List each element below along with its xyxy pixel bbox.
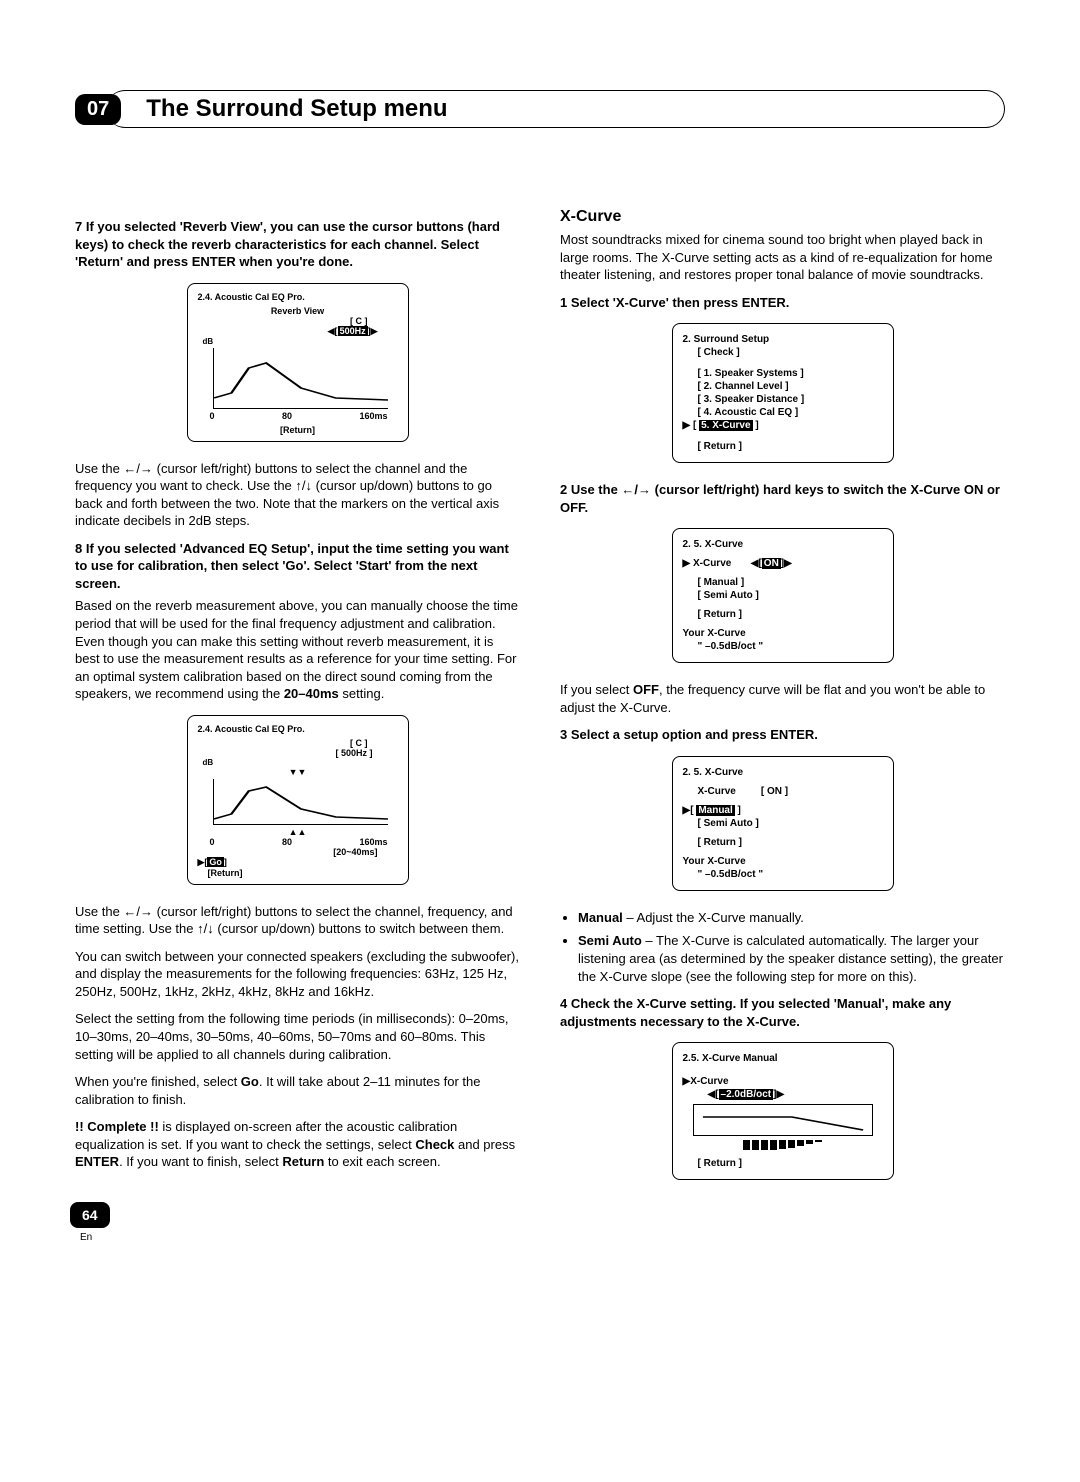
osd-check: [ Check ] [683, 347, 883, 358]
osd-semiauto: [ Semi Auto ] [683, 590, 883, 601]
arrow-up-down-icon [197, 921, 214, 936]
osd-xcurve-value: " –0.5dB/oct " [683, 869, 883, 880]
paragraph: !! Complete !! is displayed on-screen af… [75, 1118, 520, 1171]
list-item: Manual – Adjust the X-Curve manually. [578, 909, 1005, 927]
right-column: X-Curve Most soundtracks mixed for cinem… [560, 208, 1005, 1198]
osd-xcurve-row: ▶X-Curve [683, 1076, 883, 1087]
step-7-heading: 7 If you selected 'Reverb View', you can… [75, 218, 520, 271]
osd-go: ▶[Go] [198, 857, 398, 868]
left-column: 7 If you selected 'Reverb View', you can… [75, 208, 520, 1198]
osd-your-xcurve: Your X-Curve [683, 628, 883, 639]
paragraph: Most soundtracks mixed for cinema sound … [560, 231, 1005, 284]
page-header: 07 The Surround Setup menu [75, 90, 1005, 128]
paragraph: If you select OFF, the frequency curve w… [560, 681, 1005, 716]
xcurve-mini-graph [693, 1104, 873, 1136]
osd-manual-selected: ▶[ Manual ] [683, 805, 883, 816]
osd-subtitle: Reverb View [198, 306, 398, 316]
list-item: Semi Auto – The X-Curve is calculated au… [578, 932, 1005, 985]
paragraph: Select the setting from the following ti… [75, 1010, 520, 1063]
osd-return: [ Return ] [683, 609, 883, 620]
osd-return: [ Return ] [683, 441, 883, 452]
step-8-heading: 8 If you selected 'Advanced EQ Setup', i… [75, 540, 520, 593]
step-4-heading: 4 Check the X-Curve setting. If you sele… [560, 995, 1005, 1030]
step-2-heading: 2 Use the (cursor left/right) hard keys … [560, 481, 1005, 516]
osd-return: [ Return ] [683, 837, 883, 848]
osd-title: 2.5. X-Curve Manual [683, 1053, 883, 1064]
osd-advanced-eq: 2.4. Acoustic Cal EQ Pro. [ C ] [ 500Hz … [187, 715, 409, 885]
osd-item: [ 1. Speaker Systems ] [683, 368, 883, 379]
osd-freq: [ 500Hz ] [198, 748, 398, 758]
osd-return: [Return] [198, 425, 398, 435]
osd-manual: [ Manual ] [683, 577, 883, 588]
osd-xcurve-row: ▶ X-Curve ◀[ON]▶ [683, 558, 883, 569]
options-list: Manual – Adjust the X-Curve manually. Se… [560, 909, 1005, 985]
osd-surround-setup: 2. Surround Setup [ Check ] [ 1. Speaker… [672, 323, 894, 463]
osd-item-selected: ▶ [ 5. X-Curve ] [683, 420, 883, 431]
arrow-left-right-icon [123, 904, 153, 919]
osd-semiauto: [ Semi Auto ] [683, 818, 883, 829]
paragraph: You can switch between your connected sp… [75, 948, 520, 1001]
osd-title: 2. 5. X-Curve [683, 767, 883, 778]
osd-return: [Return] [198, 868, 398, 878]
reverb-graph [213, 348, 388, 409]
step-1-heading: 1 Select 'X-Curve' then press ENTER. [560, 294, 1005, 312]
osd-your-xcurve: Your X-Curve [683, 856, 883, 867]
osd-xcurve-onoff: 2. 5. X-Curve ▶ X-Curve ◀[ON]▶ [ Manual … [672, 528, 894, 663]
arrow-up-down-icon [295, 478, 312, 493]
paragraph: Use the (cursor left/right) buttons to s… [75, 903, 520, 938]
arrow-left-right-icon [621, 482, 651, 497]
osd-xcurve-value: " –0.5dB/oct " [683, 641, 883, 652]
osd-title: 2. 5. X-Curve [683, 539, 883, 550]
page-language: En [80, 1232, 92, 1243]
osd-item: [ 2. Channel Level ] [683, 381, 883, 392]
osd-title: 2. Surround Setup [683, 334, 883, 345]
chapter-title: The Surround Setup menu [106, 90, 1005, 128]
page-number: 64 [70, 1202, 110, 1228]
osd-xcurve-row: X-Curve [ ON ] [683, 786, 883, 797]
osd-xcurve-option: 2. 5. X-Curve X-Curve [ ON ] ▶[ Manual ]… [672, 756, 894, 891]
eq-bars [683, 1140, 883, 1150]
osd-item: [ 4. Acoustic Cal EQ ] [683, 407, 883, 418]
paragraph: Based on the reverb measurement above, y… [75, 597, 520, 702]
paragraph: When you're finished, select Go. It will… [75, 1073, 520, 1108]
arrow-left-right-icon [123, 461, 153, 476]
osd-freq-highlight: 500Hz [338, 326, 368, 336]
osd-title: 2.4. Acoustic Cal EQ Pro. [198, 292, 398, 302]
osd-xcurve-manual: 2.5. X-Curve Manual ▶X-Curve ◀[–2.0dB/oc… [672, 1042, 894, 1180]
step-3-heading: 3 Select a setup option and press ENTER. [560, 726, 1005, 744]
osd-reverb-view: 2.4. Acoustic Cal EQ Pro. Reverb View [ … [187, 283, 409, 442]
paragraph: Use the (cursor left/right) buttons to s… [75, 460, 520, 530]
eq-graph [213, 779, 388, 825]
xcurve-section-title: X-Curve [560, 208, 1005, 226]
osd-channel: [ C ] [198, 738, 398, 748]
osd-title: 2.4. Acoustic Cal EQ Pro. [198, 724, 398, 734]
osd-item: [ 3. Speaker Distance ] [683, 394, 883, 405]
osd-channel: [ C ] [198, 316, 398, 326]
osd-return: [ Return ] [683, 1158, 883, 1169]
osd-range: [20~40ms] [198, 847, 398, 857]
